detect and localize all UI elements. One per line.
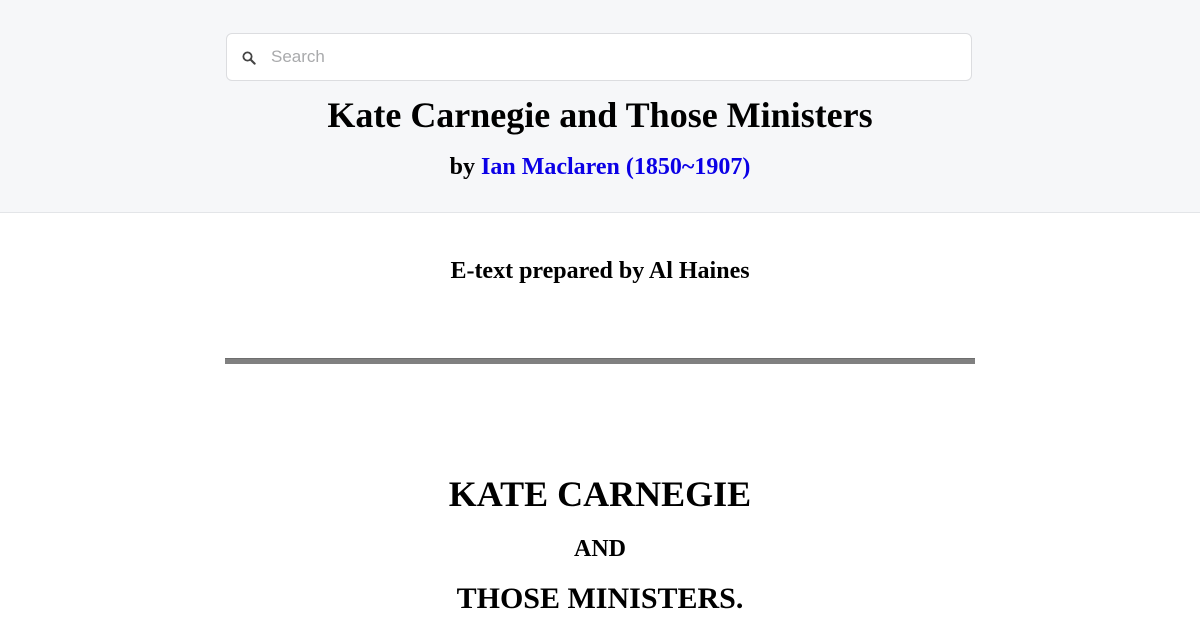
content-heading-and: AND [574, 536, 626, 562]
search-icon [242, 51, 256, 65]
author-link[interactable]: Ian Maclaren (1850~1907) [481, 154, 750, 180]
page-header: Kate Carnegie and Those Ministers by Ian… [0, 0, 1200, 213]
content-heading-sub: THOSE MINISTERS. [456, 582, 744, 615]
byline-prefix: by [449, 154, 481, 180]
content-heading-main: KATE CARNEGIE [448, 474, 752, 514]
etext-credit: E-text prepared by Al Haines [450, 258, 750, 284]
horizontal-rule [225, 358, 975, 364]
search-input[interactable] [271, 34, 961, 80]
search-box[interactable] [226, 33, 972, 81]
byline: by Ian Maclaren (1850~1907) [0, 151, 1200, 183]
book-title: Kate Carnegie and Those Ministers [327, 95, 873, 135]
